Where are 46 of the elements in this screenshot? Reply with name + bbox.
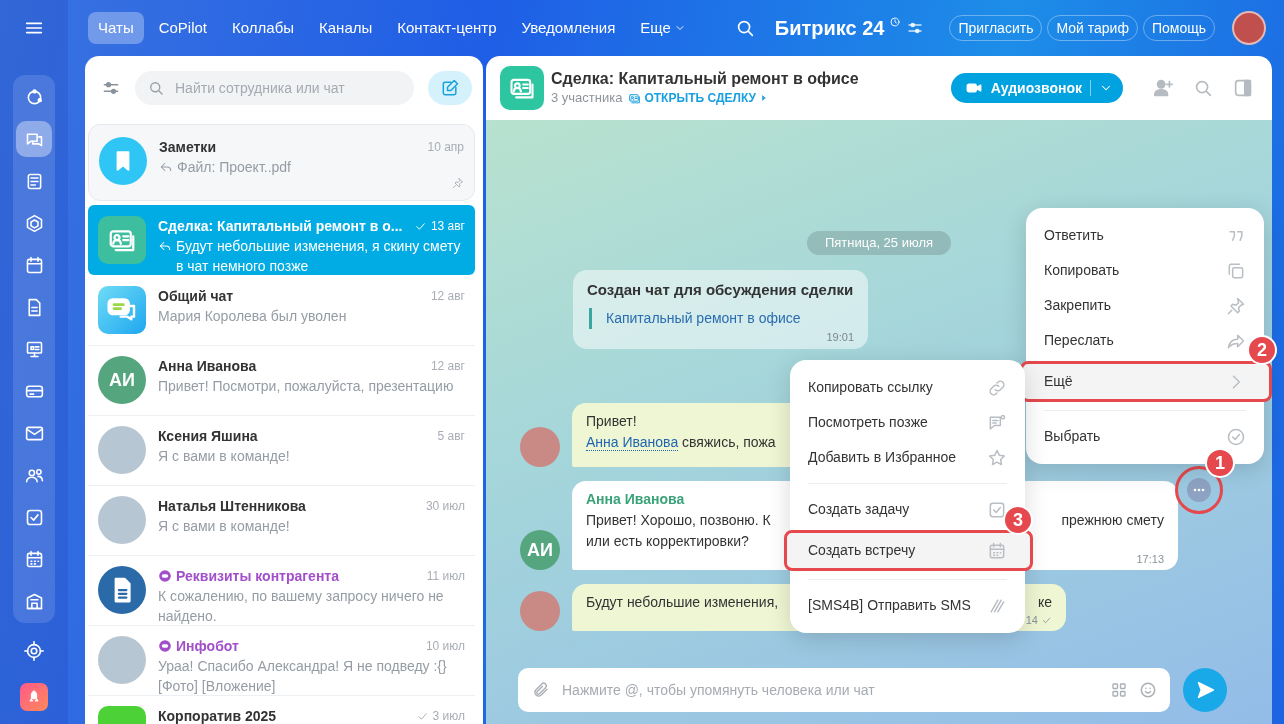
chat-date: 3 июл (432, 708, 465, 724)
message-preview: Привет! Посмотри, пожалуйста, презентацию (158, 377, 454, 396)
date-separator: Пятница, 25 июля (806, 231, 952, 255)
chat-date: 13 авг (430, 218, 465, 235)
message-preview: Будут небольшие изменения, я скину смету в чат немного позже (176, 237, 462, 276)
chat-date: 12 авг (430, 358, 465, 375)
message-text: прежнюю смету (1061, 511, 1164, 530)
chat-title: Реквизиты контрагента (176, 566, 340, 586)
message-time: 19:01 (825, 329, 854, 345)
chat-date: 10 апр (427, 139, 464, 156)
message-preview: Мария Королева был уволен (158, 307, 347, 326)
participants-count: 3 участника (551, 89, 623, 107)
message-text: Будут небольшие изменения, (586, 593, 779, 612)
chat-title: Инфобот (176, 636, 240, 656)
chat-title: Наталья Штенникова (158, 496, 307, 516)
step-number-tooltip: 1 (1205, 448, 1235, 478)
chat-title: Корпоратив 2025 (158, 706, 278, 724)
chat-date: 12 авг (430, 288, 465, 305)
system-message-title: Создан чат для обсуждения сделки (587, 280, 854, 300)
message-preview: Файл: Проект..pdf (177, 158, 291, 177)
message-text: или есть корректировки? (586, 532, 749, 551)
message-preview: Ураа! Спасибо Александра! Я не подведу :{} [Фото] [Вложение] (158, 657, 448, 696)
avatar: АИ (98, 356, 146, 404)
chat-date: 30 июл (425, 498, 465, 515)
chat-date: 5 авг (437, 428, 465, 445)
message-text: Привет! Хорошо, позвоню. К (586, 511, 771, 530)
chat-date: 11 июл (426, 568, 465, 585)
chat-title: Заметки (159, 137, 217, 157)
message-time: 14 (1025, 613, 1038, 627)
chat-title: Сделка: Капитальный ремонт в офисе (551, 69, 859, 89)
message-preview: Я с вами в команде! (158, 447, 290, 466)
avatar: АИ (520, 530, 560, 570)
chat-title: Ксения Яшина (158, 426, 259, 446)
logo-text: Битрикс 24 (774, 16, 885, 41)
chat-title: Анна Иванова (158, 356, 258, 376)
message-text: ке (1037, 593, 1052, 612)
message-text: Привет! (586, 412, 637, 431)
step-number-tooltip: 2 (1247, 335, 1277, 365)
message-preview: Я с вами в команде! (158, 517, 290, 536)
chat-date: 10 июл (425, 638, 465, 655)
chat-title: Общий чат (158, 286, 235, 306)
message-preview: К сожалению, по вашему запросу ничего не найдено. (158, 587, 445, 626)
message-text: Анна Иванова свяжись, пожа (586, 433, 776, 453)
message-author: Анна Иванова (586, 490, 685, 509)
message-time: 17:13 (1136, 552, 1164, 566)
chat-title: Сделка: Капитальный ремонт в о... (158, 216, 404, 236)
